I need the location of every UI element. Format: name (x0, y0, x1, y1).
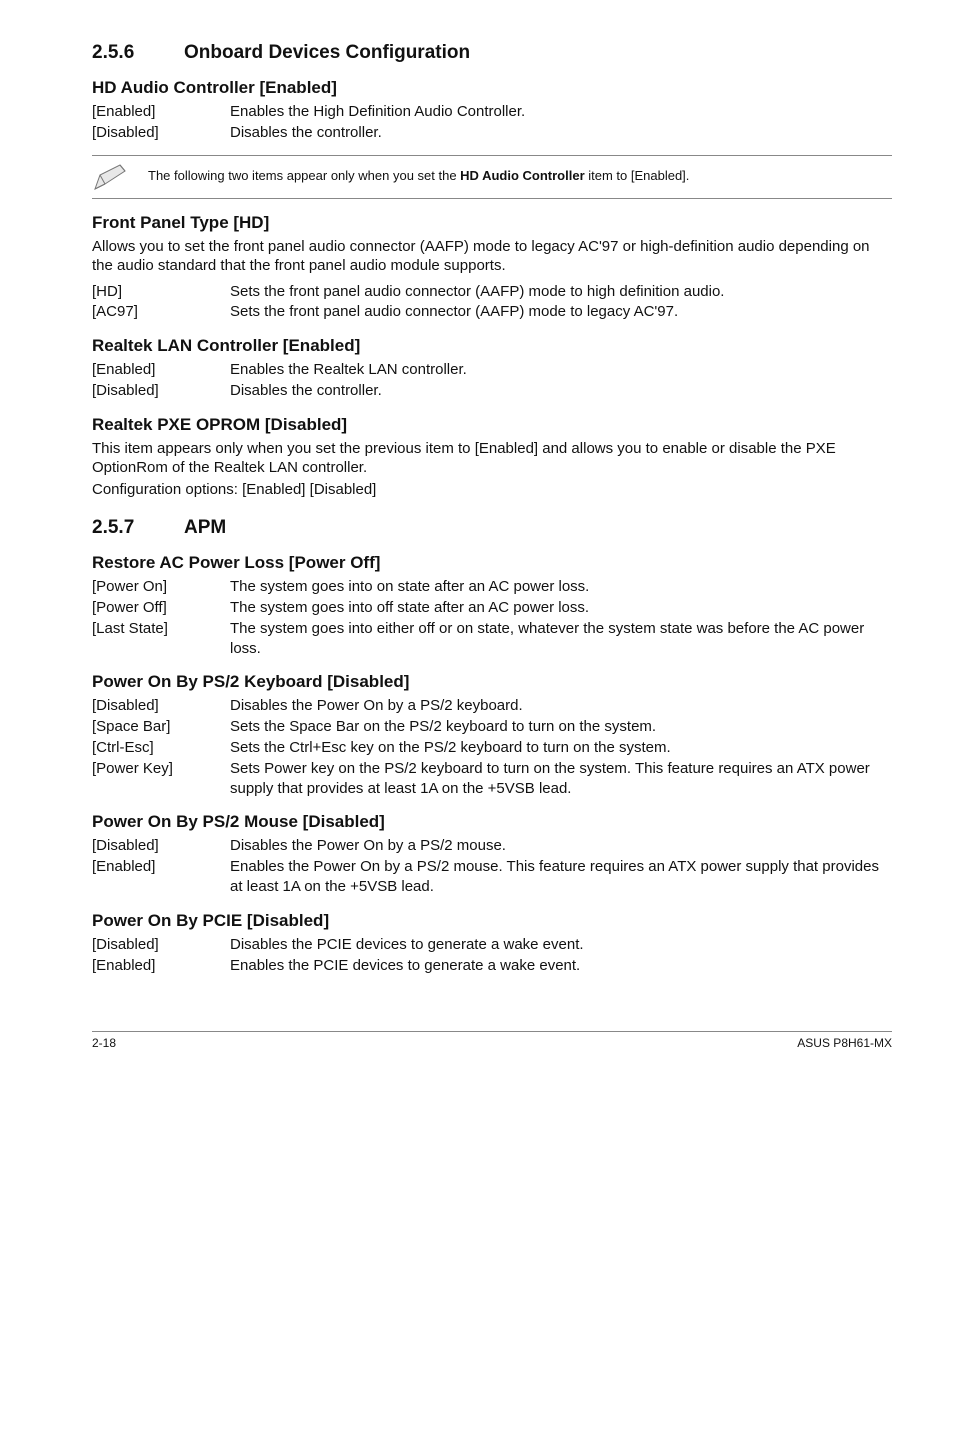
option-key: [Power Key] (92, 759, 230, 799)
section-257-heading: APM (184, 517, 226, 538)
option-key: [AC97] (92, 302, 230, 322)
option-key: [Last State] (92, 619, 230, 659)
option-val: The system goes into on state after an A… (230, 577, 892, 597)
kv-row: [Disabled] Disables the controller. (92, 123, 892, 143)
front-panel-heading: Front Panel Type [HD] (92, 213, 892, 233)
option-val: Sets the Ctrl+Esc key on the PS/2 keyboa… (230, 738, 892, 758)
kv-row: [HD] Sets the front panel audio connecto… (92, 282, 892, 302)
note-text-post: item to [Enabled]. (585, 168, 690, 183)
ps2-mouse-heading: Power On By PS/2 Mouse [Disabled] (92, 812, 892, 832)
section-256-number: 2.5.6 (92, 42, 184, 64)
option-key: [Enabled] (92, 857, 230, 897)
section-257-title: 2.5.7APM (92, 517, 892, 539)
front-panel-intro: Allows you to set the front panel audio … (92, 237, 892, 276)
kv-row: [AC97] Sets the front panel audio connec… (92, 302, 892, 322)
option-val: Enables the Realtek LAN controller. (230, 360, 892, 380)
option-val: Enables the Power On by a PS/2 mouse. Th… (230, 857, 892, 897)
page-content: 2.5.6Onboard Devices Configuration HD Au… (0, 0, 954, 1086)
option-key: [Power On] (92, 577, 230, 597)
note-text-pre: The following two items appear only when… (148, 168, 460, 183)
realtek-lan-heading: Realtek LAN Controller [Enabled] (92, 336, 892, 356)
kv-row: [Enabled] Enables the PCIE devices to ge… (92, 956, 892, 976)
footer-product-name: ASUS P8H61-MX (797, 1036, 892, 1050)
realtek-pxe-para1: This item appears only when you set the … (92, 439, 892, 478)
option-val: Enables the High Definition Audio Contro… (230, 102, 892, 122)
kv-row: [Space Bar] Sets the Space Bar on the PS… (92, 717, 892, 737)
option-val: Disables the PCIE devices to generate a … (230, 935, 892, 955)
kv-row: [Power Off] The system goes into off sta… (92, 598, 892, 618)
option-val: Sets Power key on the PS/2 keyboard to t… (230, 759, 892, 799)
option-val: Enables the PCIE devices to generate a w… (230, 956, 892, 976)
realtek-pxe-heading: Realtek PXE OPROM [Disabled] (92, 415, 892, 435)
kv-row: [Enabled] Enables the High Definition Au… (92, 102, 892, 122)
kv-row: [Power Key] Sets Power key on the PS/2 k… (92, 759, 892, 799)
kv-row: [Disabled] Disables the controller. (92, 381, 892, 401)
option-val: Sets the Space Bar on the PS/2 keyboard … (230, 717, 892, 737)
kv-row: [Disabled] Disables the Power On by a PS… (92, 836, 892, 856)
option-key: [Ctrl-Esc] (92, 738, 230, 758)
option-val: Disables the controller. (230, 123, 892, 143)
option-key: [Disabled] (92, 381, 230, 401)
section-256-heading: Onboard Devices Configuration (184, 42, 470, 63)
hd-audio-heading: HD Audio Controller [Enabled] (92, 78, 892, 98)
kv-row: [Enabled] Enables the Realtek LAN contro… (92, 360, 892, 380)
option-val: Sets the front panel audio connector (AA… (230, 302, 892, 322)
option-val: Disables the Power On by a PS/2 mouse. (230, 836, 892, 856)
page-footer: 2-18 ASUS P8H61-MX (92, 1031, 892, 1050)
option-key: [Disabled] (92, 696, 230, 716)
footer-page-number: 2-18 (92, 1036, 116, 1050)
note-box: The following two items appear only when… (92, 155, 892, 199)
option-val: The system goes into off state after an … (230, 598, 892, 618)
kv-row: [Power On] The system goes into on state… (92, 577, 892, 597)
kv-row: [Enabled] Enables the Power On by a PS/2… (92, 857, 892, 897)
kv-row: [Ctrl-Esc] Sets the Ctrl+Esc key on the … (92, 738, 892, 758)
pcie-heading: Power On By PCIE [Disabled] (92, 911, 892, 931)
option-val: Disables the controller. (230, 381, 892, 401)
option-key: [Space Bar] (92, 717, 230, 737)
option-val: The system goes into either off or on st… (230, 619, 892, 659)
option-key: [Disabled] (92, 123, 230, 143)
section-257-number: 2.5.7 (92, 517, 184, 539)
option-key: [Enabled] (92, 360, 230, 380)
note-text: The following two items appear only when… (148, 168, 892, 185)
realtek-pxe-para2: Configuration options: [Enabled] [Disabl… (92, 480, 892, 500)
kv-row: [Disabled] Disables the Power On by a PS… (92, 696, 892, 716)
note-text-bold: HD Audio Controller (460, 168, 584, 183)
option-key: [Disabled] (92, 935, 230, 955)
option-key: [Power Off] (92, 598, 230, 618)
kv-row: [Disabled] Disables the PCIE devices to … (92, 935, 892, 955)
section-256-title: 2.5.6Onboard Devices Configuration (92, 42, 892, 64)
option-key: [Disabled] (92, 836, 230, 856)
pencil-icon (92, 162, 148, 192)
option-key: [Enabled] (92, 102, 230, 122)
option-val: Sets the front panel audio connector (AA… (230, 282, 892, 302)
option-key: [Enabled] (92, 956, 230, 976)
kv-row: [Last State] The system goes into either… (92, 619, 892, 659)
ps2-keyboard-heading: Power On By PS/2 Keyboard [Disabled] (92, 672, 892, 692)
restore-heading: Restore AC Power Loss [Power Off] (92, 553, 892, 573)
option-key: [HD] (92, 282, 230, 302)
option-val: Disables the Power On by a PS/2 keyboard… (230, 696, 892, 716)
